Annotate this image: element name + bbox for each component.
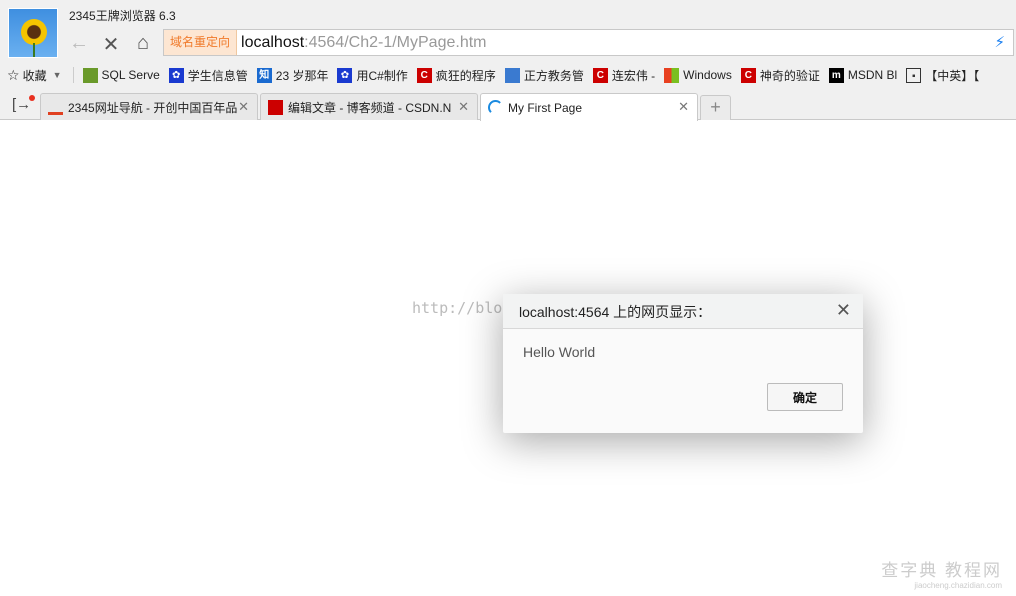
loading-spinner-icon <box>488 100 503 115</box>
tab-strip: [→ 2345网址导航 - 开创中国百年品 ✕ 编辑文章 - 博客频道 - CSD… <box>0 93 1016 121</box>
tv-icon: ▪ <box>906 67 922 83</box>
browser-chrome: 2345王牌浏览器 6.3 ← ✕ ⌂ 域名重定向 localhost:4564… <box>0 0 1016 121</box>
bookmark-label: MSDN Bl <box>847 68 898 82</box>
bookmark-label: 23 岁那年 <box>275 68 329 83</box>
bookmark-label: 连宏伟 - <box>611 68 656 83</box>
dialog-header: localhost:4564 上的网页显示： ✕ <box>503 294 863 329</box>
zhihu-icon: 知 <box>256 67 272 83</box>
paw-icon: ✿ <box>168 67 184 83</box>
tab-label: 编辑文章 - 博客频道 - CSDN.N <box>288 100 452 115</box>
url-host: localhost <box>241 33 305 51</box>
bookmark-label: 正方教务管 <box>523 68 584 83</box>
watermark-sub: jiaocheng.chazidian.com <box>914 581 1002 590</box>
tab-label: My First Page <box>508 100 583 115</box>
favorites-button[interactable]: ☆ 收藏 ▼ <box>7 67 62 84</box>
csdn-icon <box>268 99 283 115</box>
bookmark-icon <box>82 67 98 83</box>
csdn-icon: C <box>592 67 608 83</box>
url-text[interactable]: localhost:4564/Ch2-1/MyPage.htm <box>237 34 486 52</box>
divider <box>72 67 74 83</box>
tab-label: 2345网址导航 - 开创中国百年品 <box>68 100 238 115</box>
bookmark-label: 【中英】【 <box>925 68 980 83</box>
bookmark-item[interactable]: ✿ 用C#制作 <box>337 67 408 84</box>
bookmark-item[interactable]: SQL Serve <box>82 67 160 83</box>
bookmark-item[interactable]: 知 23 岁那年 <box>256 67 329 84</box>
dialog-message: Hello World <box>523 344 596 360</box>
alert-dialog: localhost:4564 上的网页显示： ✕ Hello World 确定 <box>503 294 863 433</box>
close-icon[interactable]: ✕ <box>836 300 851 321</box>
csdn-icon: C <box>740 67 756 83</box>
bookmark-item[interactable]: ▪ 【中英】【 <box>906 67 979 84</box>
browser-logo <box>8 8 58 58</box>
watermark-main: 查字典 教程网 <box>881 561 1002 580</box>
redirect-badge[interactable]: 域名重定向 <box>164 30 238 55</box>
lightning-icon[interactable]: ⚡ <box>994 33 1005 51</box>
star-icon: ☆ <box>7 66 20 83</box>
bookmark-item[interactable]: C 疯狂的程序 <box>416 67 496 84</box>
bookmark-item[interactable]: Windows <box>664 67 732 83</box>
bookmark-label: 神奇的验证 <box>759 68 820 83</box>
browser-title: 2345王牌浏览器 6.3 <box>69 9 176 23</box>
notification-dot <box>29 95 35 101</box>
bookmark-label: 用C#制作 <box>356 68 408 83</box>
paw-icon: ✿ <box>337 67 353 83</box>
chevron-down-icon: ▼ <box>52 70 62 80</box>
bookmark-label: 疯狂的程序 <box>435 68 496 83</box>
windows-icon <box>664 67 680 83</box>
bookmark-label: Windows <box>683 68 732 82</box>
bookmark-item[interactable]: ✿ 学生信息管 <box>168 67 248 84</box>
ok-button[interactable]: 确定 <box>767 383 843 411</box>
bookmark-label: 学生信息管 <box>187 68 248 83</box>
tab-csdn[interactable]: 编辑文章 - 博客频道 - CSDN.N ✕ <box>260 93 478 120</box>
address-bar[interactable]: 域名重定向 localhost:4564/Ch2-1/MyPage.htm ⚡ <box>163 29 1014 56</box>
stop-button[interactable]: ✕ <box>99 32 123 57</box>
house-icon <box>48 100 63 115</box>
csdn-icon: C <box>416 67 432 83</box>
tab-2345[interactable]: 2345网址导航 - 开创中国百年品 ✕ <box>40 93 258 120</box>
tab-my-first-page[interactable]: My First Page ✕ <box>480 93 698 121</box>
bookmark-item[interactable]: 正方教务管 <box>504 67 584 84</box>
new-tab-button[interactable]: + <box>700 95 731 120</box>
msdn-icon: m <box>828 67 844 83</box>
close-tab-icon[interactable]: ✕ <box>678 99 689 115</box>
back-button[interactable]: ← <box>67 32 91 55</box>
close-tab-icon[interactable]: ✕ <box>238 99 249 115</box>
cube-icon <box>504 67 520 83</box>
dialog-title: localhost:4564 上的网页显示： <box>519 304 712 320</box>
bookmark-item[interactable]: C 神奇的验证 <box>740 67 820 84</box>
favorites-label: 收藏 <box>22 68 47 83</box>
bookmark-item[interactable]: m MSDN Bl <box>828 67 898 83</box>
site-watermark: 查字典 教程网 jiaocheng.chazidian.com <box>881 556 1002 590</box>
url-path: :4564/Ch2-1/MyPage.htm <box>304 33 487 51</box>
close-tab-icon[interactable]: ✕ <box>458 99 469 115</box>
home-button[interactable]: ⌂ <box>131 32 155 55</box>
bookmarks-bar: ☆ 收藏 ▼ SQL Serve ✿ 学生信息管 知 23 岁那年 ✿ 用C#制作 C 疯狂… <box>0 64 988 86</box>
bookmark-item[interactable]: C 连宏伟 - <box>592 67 656 84</box>
bookmark-label: SQL Serve <box>101 68 160 82</box>
